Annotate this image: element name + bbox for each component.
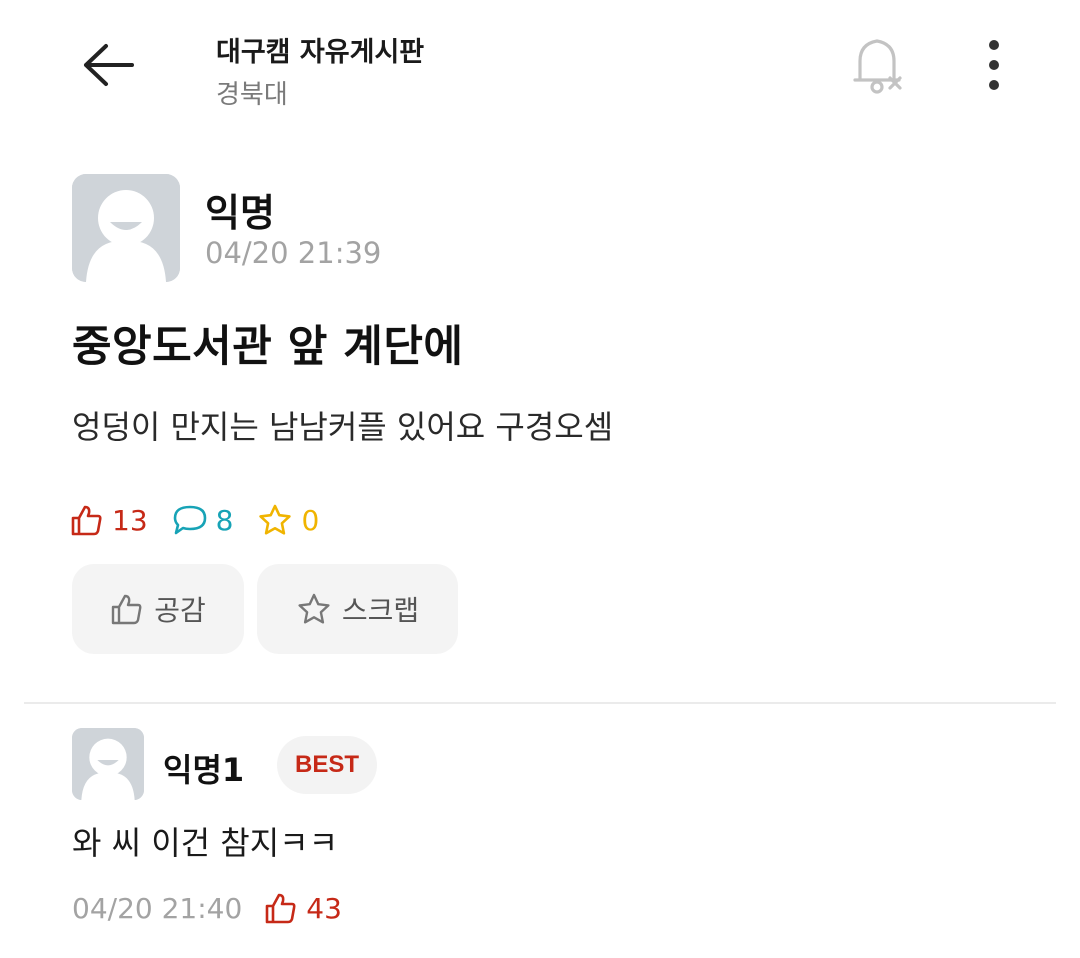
comment-count: 8 — [172, 503, 234, 537]
post-title: 중앙도서관 앞 계단에 — [72, 322, 464, 372]
star-icon — [259, 504, 292, 535]
thumbs-up-icon — [112, 594, 142, 625]
board-subtitle: 경북대 — [216, 80, 288, 110]
post-stats: 13 8 0 — [70, 500, 343, 540]
scrap-count: 0 — [257, 503, 319, 537]
bell-off-icon — [847, 33, 907, 101]
post-timestamp: 04/20 21:39 — [205, 236, 382, 270]
section-divider — [24, 702, 1056, 704]
like-button[interactable]: 공감 — [72, 564, 244, 654]
star-icon — [298, 593, 330, 624]
avatar — [72, 174, 180, 282]
comment-like-count: 43 — [264, 891, 342, 925]
more-vertical-icon — [986, 39, 1002, 95]
scrap-button-label: 스크랩 — [341, 594, 420, 627]
post-body: 엉덩이 만지는 남남커플 있어요 구경오셈 — [72, 408, 614, 446]
comment-author-name: 익명1 — [163, 751, 245, 789]
best-badge: BEST — [277, 736, 377, 794]
comment-count-value: 8 — [215, 503, 234, 537]
more-options-button[interactable] — [966, 36, 1022, 98]
comment-like-count-value: 43 — [306, 891, 342, 925]
like-count-value: 13 — [112, 503, 148, 537]
post-author-name: 익명 — [205, 191, 275, 235]
thumbs-up-icon — [265, 893, 296, 924]
speech-bubble-icon — [173, 505, 206, 535]
like-count: 13 — [70, 503, 148, 537]
default-avatar-icon — [72, 174, 180, 282]
scrap-button[interactable]: 스크랩 — [257, 564, 458, 654]
scrap-count-value: 0 — [301, 503, 320, 537]
thumbs-up-icon — [71, 505, 102, 536]
arrow-left-icon — [82, 43, 134, 91]
board-title: 대구캠 자유게시판 — [216, 37, 425, 68]
comment-meta: 04/20 21:40 43 — [72, 888, 342, 928]
comment-text: 와 씨 이건 참지ㅋㅋ — [72, 824, 339, 862]
default-avatar-icon — [72, 728, 144, 800]
comment-avatar — [72, 728, 144, 800]
back-button[interactable] — [70, 36, 146, 98]
like-button-label: 공감 — [154, 594, 206, 627]
comment-timestamp: 04/20 21:40 — [72, 891, 243, 925]
notification-toggle-button[interactable] — [843, 33, 911, 101]
